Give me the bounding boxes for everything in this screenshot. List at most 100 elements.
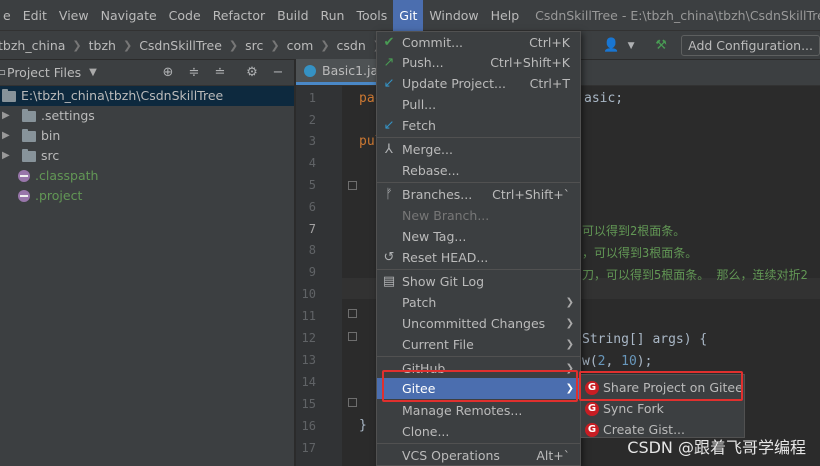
minimize-icon[interactable]: − xyxy=(270,64,286,80)
expand-all-icon[interactable]: ≑ xyxy=(186,64,202,80)
breadcrumb-item[interactable]: com xyxy=(287,38,314,53)
line-number: 2 xyxy=(308,113,316,127)
menu-item-reset-head[interactable]: ↺ Reset HEAD... xyxy=(377,247,580,268)
menu-view[interactable]: View xyxy=(53,0,95,31)
tree-item-label: .classpath xyxy=(35,168,99,183)
menu-item-new-tag[interactable]: New Tag... xyxy=(377,226,580,247)
add-configuration-button[interactable]: Add Configuration... xyxy=(681,35,820,56)
menu-item-show-git-log[interactable]: ▤ Show Git Log xyxy=(377,271,580,292)
menu-tools[interactable]: Tools xyxy=(350,0,393,31)
menu-item-rebase[interactable]: Rebase... xyxy=(377,160,580,181)
chevron-down-icon[interactable]: ▼ xyxy=(89,67,97,78)
menu-window[interactable]: Window xyxy=(423,0,484,31)
submenu-arrow-icon: ❯ xyxy=(565,297,574,308)
project-toolbar: ▭ Project Files ▼ ⊕ ≑ ≐ ⚙ − xyxy=(0,60,294,86)
menu-item-manage-remotes[interactable]: Manage Remotes... xyxy=(377,400,580,421)
menu-item-patch[interactable]: Patch ❯ xyxy=(377,292,580,313)
chevron-right-icon: ❯ xyxy=(270,38,280,52)
build-hammer-icon[interactable]: ⚒ xyxy=(653,38,669,54)
menu-item-merge[interactable]: ⅄ Merge... xyxy=(377,139,580,160)
menu-item-commit[interactable]: ✔ Commit... Ctrl+K xyxy=(377,32,580,53)
project-view-selector[interactable]: Project Files xyxy=(7,65,81,80)
breadcrumb-item[interactable]: src xyxy=(245,38,263,53)
tree-item-label: .settings xyxy=(41,108,95,123)
menu-help[interactable]: Help xyxy=(485,0,526,31)
submenu-arrow-icon: ❯ xyxy=(565,339,574,350)
tree-root[interactable]: E:\tbzh_china\tbzh\CsdnSkillTree xyxy=(0,86,294,106)
menu-edit[interactable]: Edit xyxy=(17,0,53,31)
fold-marker-icon[interactable] xyxy=(348,309,357,318)
expand-arrow-icon[interactable]: ▶ xyxy=(2,106,16,126)
window-title: CsdnSkillTree - E:\tbzh_china\tbzh\CsdnS… xyxy=(535,7,820,23)
menu-item-pull[interactable]: Pull... xyxy=(377,94,580,115)
menu-refactor[interactable]: Refactor xyxy=(207,0,271,31)
menu-run[interactable]: Run xyxy=(315,0,351,31)
menu-item-push[interactable]: ↗ Push... Ctrl+Shift+K xyxy=(377,52,580,73)
breadcrumb-item[interactable]: csdn xyxy=(337,38,366,53)
line-number: 7 xyxy=(308,222,316,236)
menu-code[interactable]: Code xyxy=(163,0,207,31)
eclipse-file-icon xyxy=(18,190,30,202)
menu-bar: e Edit View Navigate Code Refactor Build… xyxy=(0,0,820,31)
gitee-icon: G xyxy=(585,422,599,437)
annotation-highlight-gitee xyxy=(382,370,578,402)
menu-item-sync-fork[interactable]: G Sync Fork xyxy=(581,398,744,419)
folder-icon xyxy=(2,88,16,102)
reset-icon: ↺ xyxy=(383,250,395,265)
java-class-icon xyxy=(304,64,316,77)
breadcrumb-item[interactable]: CsdnSkillTree xyxy=(139,38,222,53)
menu-separator xyxy=(377,443,580,444)
breadcrumb-item[interactable]: tbzh_china xyxy=(0,38,65,53)
checkmark-icon: ✔ xyxy=(383,35,395,50)
menu-navigate[interactable]: Navigate xyxy=(95,0,163,31)
line-number: 5 xyxy=(308,178,316,192)
line-number: 14 xyxy=(301,375,316,389)
fold-marker-icon[interactable] xyxy=(348,181,357,190)
chevron-right-icon: ❯ xyxy=(122,38,133,52)
menu-item-uncommitted-changes[interactable]: Uncommitted Changes ❯ xyxy=(377,313,580,334)
code-text: String[] args) { xyxy=(582,332,708,347)
line-number: 3 xyxy=(308,134,316,148)
menu-file[interactable]: e xyxy=(0,0,17,31)
chevron-down-icon[interactable]: ▼ xyxy=(623,38,639,54)
menu-item-fetch[interactable]: ↙ Fetch xyxy=(377,115,580,136)
line-number: 1 xyxy=(308,91,316,105)
tree-item[interactable]: ▶ .settings xyxy=(0,106,294,126)
tree-item[interactable]: .classpath xyxy=(0,166,294,186)
push-arrow-icon: ↗ xyxy=(383,55,395,70)
tree-item[interactable]: ▶ bin xyxy=(0,126,294,146)
project-panel: ▭ Project Files ▼ ⊕ ≑ ≐ ⚙ − E:\tbzh_chin… xyxy=(0,60,295,466)
update-arrow-icon: ↙ xyxy=(383,76,395,91)
code-text: } xyxy=(359,418,367,433)
fetch-icon: ↙ xyxy=(383,118,395,133)
merge-icon: ⅄ xyxy=(385,142,393,157)
menu-build[interactable]: Build xyxy=(271,0,314,31)
code-text: w(2, 10); xyxy=(582,354,653,369)
breadcrumb-item[interactable]: tbzh xyxy=(89,38,116,53)
tree-item-label: E:\tbzh_china\tbzh\CsdnSkillTree xyxy=(21,88,224,103)
menu-item-current-file[interactable]: Current File ❯ xyxy=(377,334,580,355)
gear-icon[interactable]: ⚙ xyxy=(244,64,260,80)
menu-item-update-project[interactable]: ↙ Update Project... Ctrl+T xyxy=(377,73,580,94)
chevron-right-icon: ❯ xyxy=(320,38,330,52)
collapse-all-icon[interactable]: ≐ xyxy=(212,64,228,80)
log-icon: ▤ xyxy=(382,274,396,289)
line-number: 13 xyxy=(301,353,316,367)
chevron-right-icon: ❯ xyxy=(72,38,82,52)
tree-item[interactable]: ▶ src xyxy=(0,146,294,166)
code-comment: 可以得到2根面条。 xyxy=(582,224,686,238)
menu-git[interactable]: Git xyxy=(393,0,424,31)
menu-item-clone[interactable]: Clone... xyxy=(377,421,580,442)
menu-item-vcs-operations[interactable]: VCS Operations Alt+` xyxy=(377,445,580,466)
user-icon[interactable]: 👤 xyxy=(603,38,619,54)
locate-file-icon[interactable]: ⊕ xyxy=(160,64,176,80)
menu-item-new-branch: New Branch... xyxy=(402,208,490,223)
toolbar-right: 👤 ▼ ⚒ Add Configuration... xyxy=(603,31,820,60)
expand-arrow-icon[interactable]: ▶ xyxy=(2,126,16,146)
fold-marker-icon[interactable] xyxy=(348,332,357,341)
fold-marker-icon[interactable] xyxy=(348,398,357,407)
line-number: 6 xyxy=(308,200,316,214)
menu-item-branches[interactable]: ᚠ Branches... Ctrl+Shift+` xyxy=(377,184,580,205)
expand-arrow-icon[interactable]: ▶ xyxy=(2,146,16,166)
tree-item[interactable]: .project xyxy=(0,186,294,206)
